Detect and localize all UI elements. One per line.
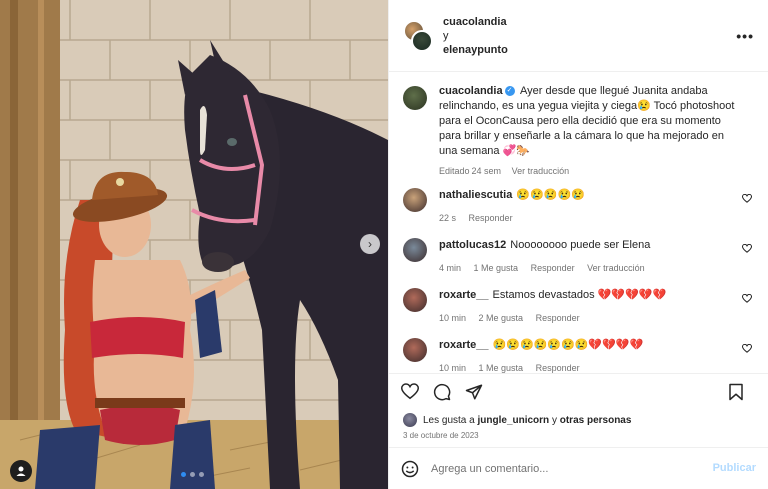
- comment-like-button[interactable]: [741, 243, 753, 256]
- carousel-dot: [199, 472, 204, 477]
- save-button[interactable]: [728, 383, 744, 401]
- publish-button[interactable]: Publicar: [713, 462, 756, 474]
- comment-reply-button[interactable]: Responder: [536, 313, 580, 323]
- post-date: 3 de octubre de 2023: [403, 431, 479, 440]
- heart-icon: [741, 293, 753, 303]
- comment-text: Estamos devastados 💔💔💔💔💔: [492, 289, 667, 301]
- caption-meta: Editado 24 sem Ver traducción: [439, 166, 739, 176]
- comment-like-button[interactable]: [741, 293, 753, 306]
- caption-translate-link[interactable]: Ver traducción: [512, 166, 570, 176]
- comment-meta: 10 min 1 Me gusta Responder: [439, 361, 729, 373]
- avatar[interactable]: [403, 238, 427, 262]
- comment-text: 😢😢😢😢😢😢😢💔💔💔💔: [492, 339, 644, 351]
- comment-button[interactable]: [433, 383, 451, 401]
- comment-text: 😢😢😢😢😢: [516, 189, 585, 201]
- comment-time: 10 min: [439, 363, 467, 373]
- post-caption: cuacolandia ✓ Ayer desde que llegué Juani…: [403, 84, 754, 176]
- heart-icon: [741, 193, 753, 203]
- likes-summary[interactable]: Les gusta a jungle_unicorn y otras perso…: [389, 409, 768, 431]
- comment-reply-button[interactable]: Responder: [531, 263, 575, 273]
- comment-item: pattolucas12 Noooooooo puede ser Elena 4 …: [403, 238, 754, 276]
- carousel-next-button[interactable]: ›: [360, 234, 380, 254]
- verified-badge-icon: ✓: [504, 86, 515, 97]
- comment-input[interactable]: [431, 462, 691, 475]
- comment-time: 4 min: [439, 263, 462, 273]
- chevron-right-icon: ›: [368, 237, 372, 251]
- collab-avatars[interactable]: [403, 19, 433, 52]
- avatar: [411, 29, 433, 52]
- comment-like-button[interactable]: [741, 343, 753, 356]
- comment-item: nathaliescutia 😢😢😢😢😢 22 s Responder: [403, 188, 754, 226]
- caption-edited: Editado: [439, 166, 470, 176]
- photo-scene: [0, 0, 388, 489]
- bookmark-icon: [729, 383, 743, 401]
- comment-list: nathaliescutia 😢😢😢😢😢 22 s Responder patto…: [403, 188, 754, 373]
- comment-icon: [433, 383, 451, 400]
- carousel-dot: [190, 472, 195, 477]
- header-username-2[interactable]: elenaypunto: [443, 43, 508, 57]
- avatar[interactable]: [403, 188, 427, 212]
- send-icon: [465, 384, 483, 399]
- post-photo[interactable]: ›: [0, 0, 388, 489]
- smiley-icon: [401, 460, 419, 477]
- comment-reply-button[interactable]: Responder: [536, 363, 580, 373]
- comment-likes[interactable]: 2 Me gusta: [479, 313, 524, 323]
- heart-icon: [741, 243, 753, 253]
- heart-icon: [741, 343, 753, 353]
- avatar[interactable]: [403, 338, 427, 362]
- likes-user[interactable]: jungle_unicorn: [478, 415, 550, 426]
- post-side-panel: cuacolandia y elenaypunto ••• cuacolandi…: [388, 0, 768, 489]
- avatar[interactable]: [403, 288, 427, 312]
- comment-translate-link[interactable]: Ver traducción: [587, 263, 645, 273]
- like-button[interactable]: [401, 383, 419, 400]
- post-actions: [389, 373, 768, 409]
- caption-time: 24 sem: [471, 166, 502, 176]
- comment-reply-button[interactable]: Responder: [469, 213, 513, 223]
- header-username-1[interactable]: cuacolandia: [443, 15, 508, 29]
- share-button[interactable]: [465, 383, 483, 401]
- collab-names: cuacolandia y elenaypunto: [443, 15, 508, 57]
- tagged-users-button[interactable]: [10, 460, 32, 482]
- comment-likes[interactable]: 1 Me gusta: [479, 363, 524, 373]
- likes-prefix: Les gusta a: [423, 414, 475, 426]
- comment-text: Noooooooo puede ser Elena: [510, 239, 651, 251]
- emoji-button[interactable]: [401, 460, 419, 478]
- caption-username[interactable]: cuacolandia: [439, 85, 503, 97]
- comment-time: 22 s: [439, 213, 457, 223]
- avatar[interactable]: [403, 86, 427, 110]
- avatar: [403, 413, 417, 427]
- likes-rest[interactable]: otras personas: [560, 415, 632, 426]
- comment-like-button[interactable]: [741, 193, 753, 206]
- comment-username[interactable]: roxarte__: [439, 289, 489, 301]
- instagram-post: › cuacolandia y elenaypunto ••• cuacolan…: [0, 0, 768, 489]
- more-options-button[interactable]: •••: [736, 28, 754, 44]
- comment-username[interactable]: nathaliescutia: [439, 189, 512, 201]
- comment-time: 10 min: [439, 313, 467, 323]
- heart-icon: [401, 383, 419, 400]
- comment-item: roxarte__ Estamos devastados 💔💔💔💔💔 10 min…: [403, 288, 754, 326]
- add-comment-bar: Publicar: [389, 447, 768, 489]
- user-icon: [16, 466, 26, 476]
- likes-mid: y: [551, 414, 557, 426]
- post-header: cuacolandia y elenaypunto •••: [389, 0, 768, 72]
- comment-meta: 4 min 1 Me gusta Responder Ver traducció…: [439, 261, 729, 276]
- caption-text-block: cuacolandia ✓ Ayer desde que llegué Juani…: [439, 84, 739, 159]
- comments-section[interactable]: cuacolandia ✓ Ayer desde que llegué Juani…: [389, 72, 768, 373]
- comment-likes[interactable]: 1 Me gusta: [474, 263, 519, 273]
- comment-meta: 10 min 2 Me gusta Responder: [439, 311, 729, 326]
- header-conjunction: y: [443, 29, 449, 42]
- comment-meta: 22 s Responder: [439, 211, 729, 226]
- carousel-dot: [181, 472, 186, 477]
- comment-username[interactable]: pattolucas12: [439, 239, 506, 251]
- comment-username[interactable]: roxarte__: [439, 339, 489, 351]
- carousel-dots: [181, 472, 204, 477]
- comment-item: roxarte__ 😢😢😢😢😢😢😢💔💔💔💔 10 min 1 Me gusta R…: [403, 338, 754, 373]
